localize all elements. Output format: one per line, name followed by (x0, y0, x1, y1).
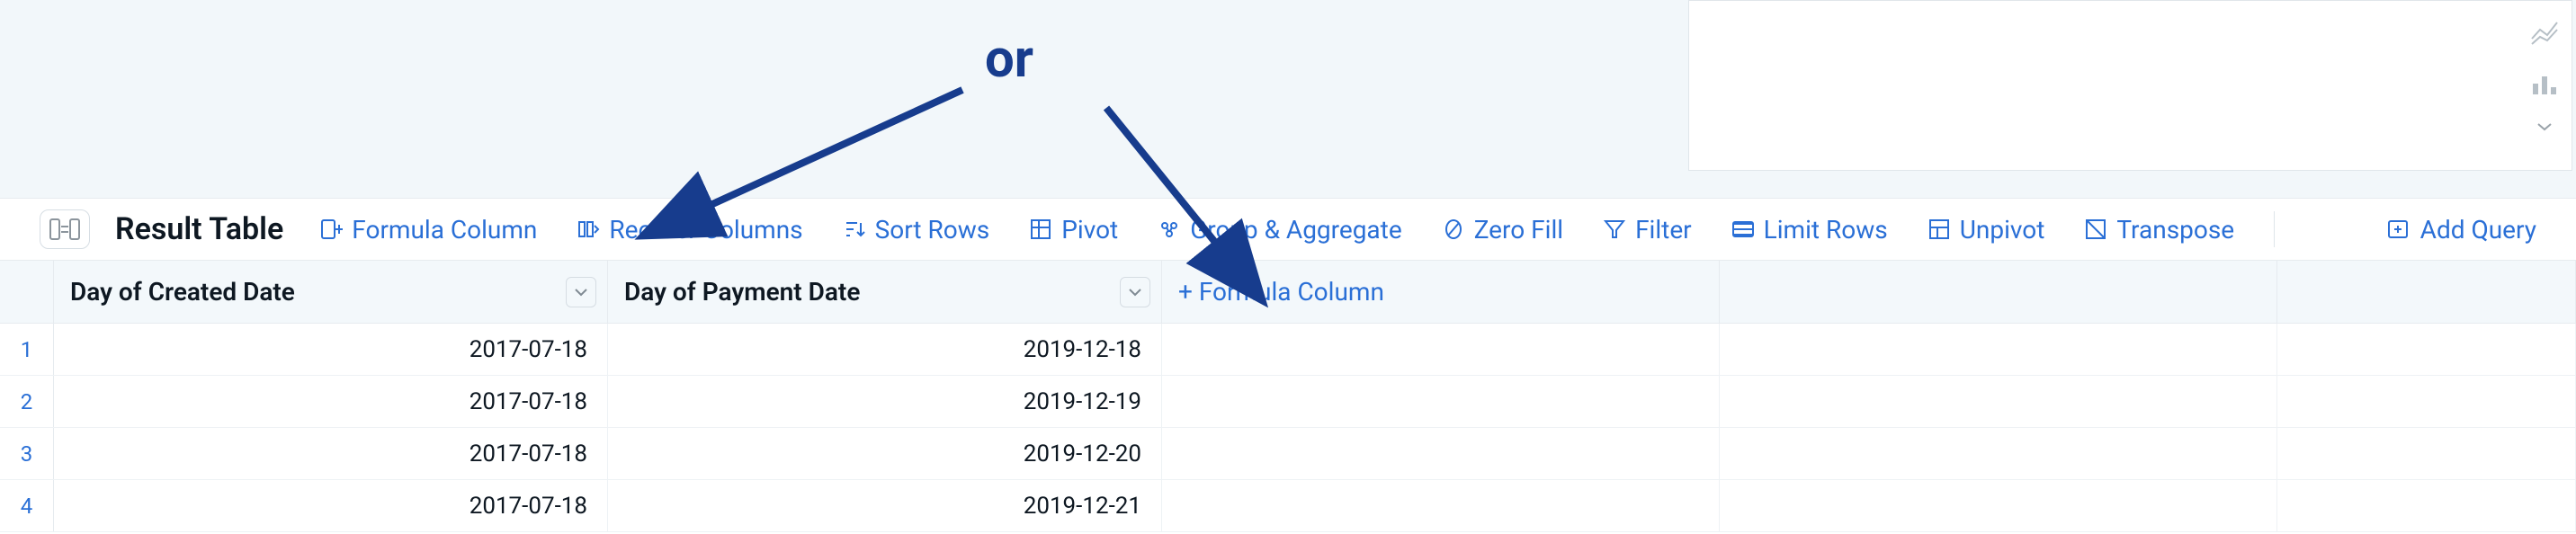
result-table-title: Result Table (115, 211, 283, 247)
chart-type-dropdown-icon[interactable] (2529, 118, 2560, 136)
cell-empty (2277, 376, 2576, 427)
cell-payment[interactable]: 2019-12-19 (608, 376, 1162, 427)
pivot-button[interactable]: Pivot (1029, 215, 1118, 245)
add-formula-column-header[interactable]: + Formula Column (1162, 261, 1720, 323)
toolbar-divider (2274, 211, 2275, 247)
cell-empty (1720, 480, 2277, 531)
column-header-payment[interactable]: Day of Payment Date (608, 261, 1162, 323)
table-row: 2 2017-07-18 2019-12-19 (0, 376, 2576, 428)
filter-button[interactable]: Filter (1603, 215, 1692, 245)
row-number[interactable]: 1 (0, 324, 54, 375)
cell-empty (1720, 428, 2277, 479)
cell-empty (1162, 428, 1720, 479)
add-query-label: Add Query (2420, 215, 2536, 245)
reorder-columns-label: Reorder Columns (609, 215, 802, 245)
cell-empty (2277, 480, 2576, 531)
column-menu-created[interactable] (566, 277, 596, 307)
limit-rows-button[interactable]: Limit Rows (1731, 215, 1888, 245)
add-query-button[interactable]: Add Query (2386, 215, 2536, 245)
cell-empty (1162, 376, 1720, 427)
cell-payment[interactable]: 2019-12-20 (608, 428, 1162, 479)
limit-rows-label: Limit Rows (1764, 215, 1888, 245)
cell-created[interactable]: 2017-07-18 (54, 376, 608, 427)
column-menu-payment[interactable] (1120, 277, 1150, 307)
reorder-columns-button[interactable]: Reorder Columns (577, 215, 802, 245)
cell-payment[interactable]: 2019-12-18 (608, 324, 1162, 375)
empty-column-header-2 (2277, 261, 2576, 323)
empty-column-header-1 (1720, 261, 2277, 323)
transpose-label: Transpose (2116, 215, 2234, 245)
result-table: Day of Created Date Day of Payment Date … (0, 261, 2576, 532)
group-aggregate-button[interactable]: Group & Aggregate (1158, 215, 1401, 245)
table-header-row: Day of Created Date Day of Payment Date … (0, 261, 2576, 324)
zero-fill-button[interactable]: Zero Fill (1442, 215, 1563, 245)
cell-empty (1162, 480, 1720, 531)
row-number[interactable]: 3 (0, 428, 54, 479)
cell-payment[interactable]: 2019-12-21 (608, 480, 1162, 531)
chart-preview-panel (1688, 0, 2572, 171)
transpose-button[interactable]: Transpose (2084, 215, 2234, 245)
sort-rows-button[interactable]: Sort Rows (843, 215, 990, 245)
line-chart-icon[interactable] (2529, 17, 2560, 51)
cell-created[interactable]: 2017-07-18 (54, 324, 608, 375)
group-aggregate-label: Group & Aggregate (1190, 215, 1401, 245)
table-row: 3 2017-07-18 2019-12-20 (0, 428, 2576, 480)
formula-column-label: Formula Column (352, 215, 537, 245)
zero-fill-label: Zero Fill (1474, 215, 1563, 245)
cell-created[interactable]: 2017-07-18 (54, 480, 608, 531)
sort-rows-label: Sort Rows (875, 215, 990, 245)
column-header-payment-label: Day of Payment Date (624, 277, 860, 307)
unpivot-label: Unpivot (1960, 215, 2045, 245)
cell-empty (1720, 376, 2277, 427)
row-number[interactable]: 2 (0, 376, 54, 427)
column-header-created[interactable]: Day of Created Date (54, 261, 608, 323)
formula-column-button[interactable]: Formula Column (319, 215, 537, 245)
row-number[interactable]: 4 (0, 480, 54, 531)
add-formula-column-label: + Formula Column (1178, 277, 1384, 307)
table-row: 1 2017-07-18 2019-12-18 (0, 324, 2576, 376)
column-header-created-label: Day of Created Date (70, 277, 295, 307)
table-row: 4 2017-07-18 2019-12-21 (0, 480, 2576, 532)
unpivot-button[interactable]: Unpivot (1928, 215, 2045, 245)
cell-empty (2277, 428, 2576, 479)
cell-created[interactable]: 2017-07-18 (54, 428, 608, 479)
bar-chart-icon[interactable] (2529, 67, 2560, 102)
compare-button[interactable] (40, 209, 90, 249)
row-number-header (0, 261, 54, 323)
filter-label: Filter (1635, 215, 1692, 245)
cell-empty (2277, 324, 2576, 375)
result-toolbar: Result Table Formula Column Reorder Colu… (0, 198, 2576, 261)
cell-empty (1162, 324, 1720, 375)
pivot-label: Pivot (1061, 215, 1118, 245)
cell-empty (1720, 324, 2277, 375)
